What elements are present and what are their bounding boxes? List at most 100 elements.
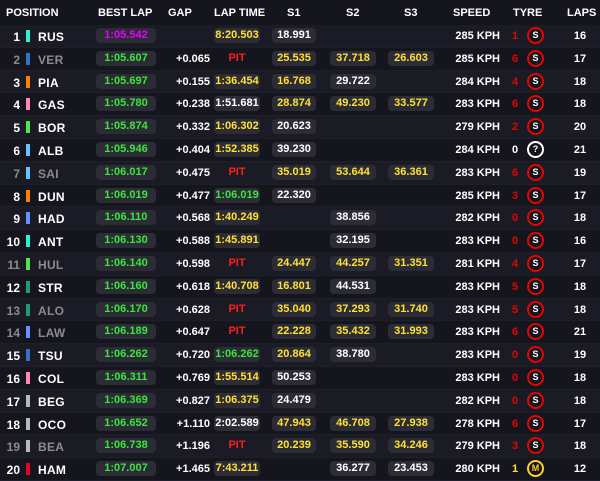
laps-count: 18 [573, 98, 587, 111]
team-color-bar [26, 235, 30, 248]
table-row[interactable]: 19 BEA 1:06.738 +1.196 PIT 20.239 35.590 34.246… [0, 435, 600, 459]
driver-code[interactable]: LAW [38, 326, 66, 340]
table-row[interactable]: 18 OCO 1:06.652 +1.110 2:02.589 47.943 46.708 2… [0, 412, 600, 436]
best-lap-time: 1:06.652 [96, 415, 156, 431]
driver-code[interactable]: HUL [38, 258, 64, 272]
header-s1[interactable]: S1 [287, 7, 300, 19]
table-row[interactable]: 15 TSU 1:06.262 +0.720 1:06.262 20.864 38.780 2… [0, 344, 600, 367]
gap-value: +0.155 [176, 75, 210, 88]
laps-count: 16 [573, 30, 587, 42]
driver-code[interactable]: BEA [38, 440, 64, 454]
sector-s1-time: 39.230 [272, 141, 316, 157]
soft-tyre-icon: S [527, 118, 544, 136]
lap-time: 1:51.681 [214, 96, 260, 112]
speed-value: 283 KPH [455, 235, 500, 248]
team-color-bar [26, 98, 30, 111]
tyre-stint-count: 5 [511, 303, 519, 316]
team-color-bar [26, 30, 30, 42]
header-gap[interactable]: GAP [168, 7, 192, 19]
table-row[interactable]: 16 COL 1:06.311 +0.769 1:55.514 50.253 283 KPH… [0, 366, 600, 390]
header-s2[interactable]: S2 [346, 7, 359, 19]
team-color-bar [26, 212, 30, 225]
lap-time: 1:06.375 [214, 392, 260, 408]
sector-s1-time: 35.040 [272, 301, 316, 317]
table-row[interactable]: 1 RUS 1:05.542 8:20.503 18.991 285 KPH 1 S 16 [0, 25, 600, 48]
sector-s3-time: 33.577 [388, 96, 434, 112]
driver-code[interactable]: BEG [38, 395, 65, 409]
driver-code[interactable]: SAI [38, 167, 59, 181]
laps-count: 17 [573, 417, 587, 430]
driver-code[interactable]: HAD [38, 212, 65, 226]
gap-value: +0.618 [176, 280, 210, 293]
lap-time: 1:45.891 [214, 233, 260, 249]
driver-code[interactable]: BOR [38, 121, 66, 135]
speed-value: 284 KPH [455, 143, 500, 156]
driver-code[interactable]: STR [38, 281, 63, 295]
driver-code[interactable]: TSU [38, 349, 63, 363]
header-laps[interactable]: LAPS [567, 7, 596, 19]
driver-code[interactable]: HAM [38, 463, 66, 477]
team-color-bar [26, 143, 30, 156]
table-row[interactable]: 9 HAD 1:06.110 +0.568 1:40.249 38.856 282 KPH 0… [0, 207, 600, 231]
table-row[interactable]: 17 BEG 1:06.369 +0.827 1:06.375 24.479 282 KPH… [0, 389, 600, 413]
gap-value: +0.598 [176, 257, 210, 270]
table-row[interactable]: 11 HUL 1:06.140 +0.598 PIT 24.447 44.257 31.351… [0, 252, 600, 276]
lap-time: 1:40.249 [214, 210, 260, 226]
header-position[interactable]: POSITION [6, 7, 59, 19]
table-row[interactable]: 3 PIA 1:05.697 +0.155 1:36.454 16.768 29.722 28… [0, 70, 600, 94]
table-row[interactable]: 6 ALB 1:05.946 +0.404 1:52.385 39.230 284 KPH 0… [0, 138, 600, 162]
team-color-bar [26, 326, 30, 339]
tyre-stint-count: 0 [511, 235, 519, 248]
driver-code[interactable]: ALB [38, 144, 64, 158]
sector-s2-time: 44.257 [330, 255, 376, 271]
laps-count: 19 [573, 349, 587, 362]
driver-code[interactable]: GAS [38, 98, 65, 112]
best-lap-time: 1:07.007 [96, 461, 156, 477]
driver-code[interactable]: PIA [38, 76, 59, 90]
gap-value: +1.110 [176, 417, 210, 430]
header-tyre[interactable]: TYRE [513, 7, 542, 19]
table-row[interactable]: 5 BOR 1:05.874 +0.332 1:06.302 20.623 279 KPH 2… [0, 116, 600, 139]
speed-value: 279 KPH [455, 440, 500, 453]
team-color-bar [26, 52, 30, 65]
table-row[interactable]: 4 GAS 1:05.780 +0.238 1:51.681 28.874 49.230 33… [0, 93, 600, 117]
sector-s2-time: 46.708 [330, 415, 376, 431]
sector-s2-time: 38.856 [330, 210, 376, 226]
table-row[interactable]: 13 ALO 1:06.170 +0.628 PIT 35.040 37.293 31.740… [0, 298, 600, 322]
table-row[interactable]: 12 STR 1:06.160 +0.618 1:40.708 16.801 44.531 2… [0, 275, 600, 299]
position-number: 1 [13, 30, 20, 44]
driver-code[interactable]: ANT [38, 235, 64, 249]
pit-indicator: PIT [228, 256, 246, 269]
table-row[interactable]: 8 DUN 1:06.019 +0.477 1:06.019 22.320 285 KPH 3… [0, 184, 600, 208]
driver-code[interactable]: ALO [38, 304, 64, 318]
position-number: 5 [13, 121, 20, 136]
driver-code[interactable]: RUS [38, 30, 64, 44]
driver-code[interactable]: COL [38, 372, 64, 386]
table-row[interactable]: 10 ANT 1:06.130 +0.588 1:45.891 32.195 283 KPH… [0, 230, 600, 253]
best-lap-time: 1:06.189 [96, 324, 156, 340]
table-row[interactable]: 7 SAI 1:06.017 +0.475 PIT 35.019 53.644 36.361 2… [0, 161, 600, 185]
driver-code[interactable]: VER [38, 53, 64, 67]
sector-s1-time: 20.864 [272, 347, 316, 363]
driver-code[interactable]: OCO [38, 418, 66, 432]
header-lap-time[interactable]: LAP TIME [214, 7, 265, 19]
header-s3[interactable]: S3 [404, 7, 417, 19]
table-row[interactable]: 14 LAW 1:06.189 +0.647 PIT 22.228 35.432 31.993… [0, 321, 600, 345]
team-color-bar [26, 349, 30, 362]
lap-time: 1:06.019 [214, 187, 260, 203]
table-row[interactable]: 20 HAM 1:07.007 +1.465 7:43.211 36.277 23.453 2… [0, 458, 600, 481]
laps-count: 21 [573, 143, 587, 156]
driver-code[interactable]: DUN [38, 190, 65, 204]
table-row[interactable]: 2 VER 1:05.607 +0.065 PIT 25.535 37.718 26.603 2… [0, 47, 600, 71]
soft-tyre-icon: S [527, 323, 544, 341]
speed-value: 283 KPH [455, 98, 500, 111]
header-speed[interactable]: SPEED [453, 7, 490, 19]
sector-s2-time: 53.644 [330, 164, 376, 180]
soft-tyre-icon: S [527, 391, 544, 409]
best-lap-time: 1:06.738 [96, 438, 156, 454]
header-best-lap[interactable]: BEST LAP [98, 7, 152, 19]
sector-s1-time: 22.320 [272, 187, 316, 203]
best-lap-time: 1:06.369 [96, 392, 156, 408]
medium-tyre-icon: M [527, 460, 544, 478]
laps-count: 21 [573, 326, 587, 339]
